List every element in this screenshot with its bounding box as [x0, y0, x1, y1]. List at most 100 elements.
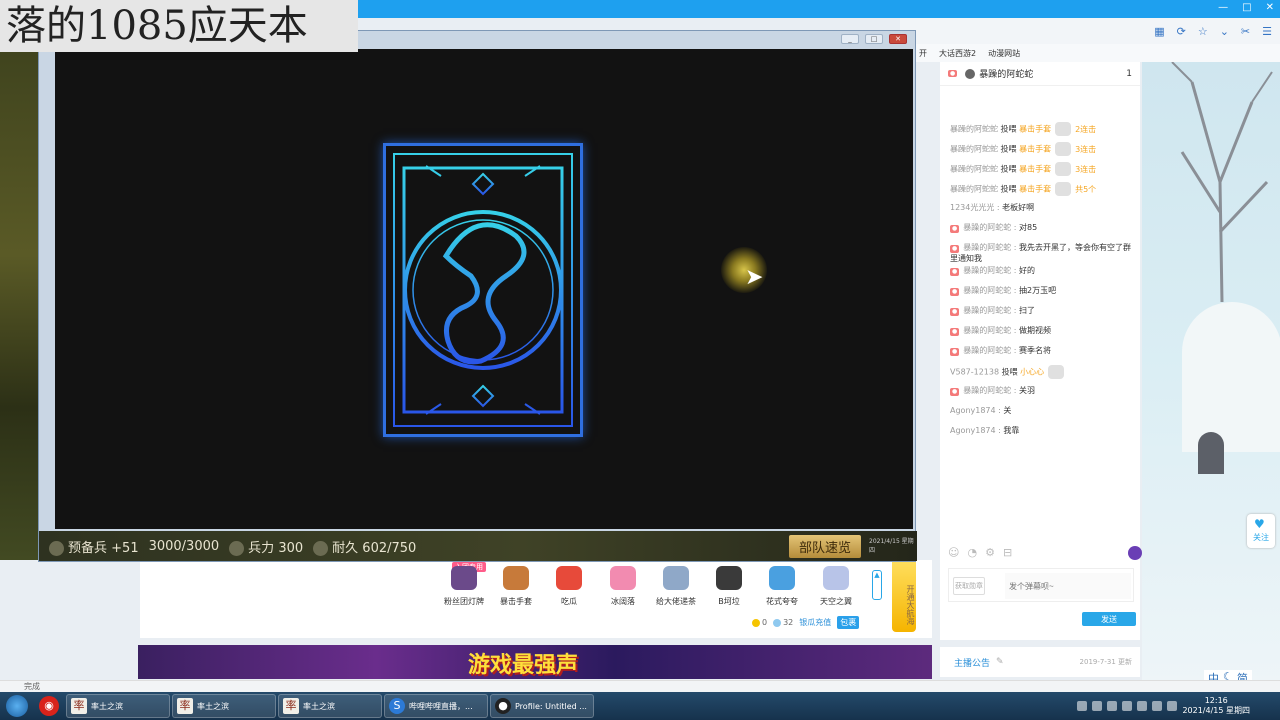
- chat-username[interactable]: 暴躁的阿蛇蛇: [963, 266, 1011, 275]
- tray-icon[interactable]: [1092, 701, 1103, 711]
- chevron-down-icon[interactable]: ⌄: [1220, 25, 1229, 38]
- maximize-icon[interactable]: □: [1242, 2, 1251, 13]
- chat-username[interactable]: 暴躁的阿蛇蛇: [963, 386, 1011, 395]
- chat-text: 关: [1003, 405, 1012, 415]
- browser-titlebar: — □ ✕: [358, 0, 1280, 18]
- edit-icon[interactable]: ✎: [996, 657, 1004, 667]
- minimize-button[interactable]: _: [841, 34, 859, 44]
- avatar[interactable]: [965, 68, 976, 79]
- volume-icon[interactable]: [1167, 701, 1178, 711]
- gift-item[interactable]: 天空之翼: [808, 566, 864, 607]
- star-icon[interactable]: ☆: [1198, 25, 1208, 38]
- top-contributor-name[interactable]: 暴躁的阿蛇蛇: [979, 67, 1033, 80]
- tray-icon[interactable]: [1077, 701, 1088, 711]
- maximize-button[interactable]: □: [865, 34, 883, 44]
- chat-username[interactable]: 暴躁的阿蛇蛇: [963, 306, 1011, 315]
- system-tray: 12:16 2021/4/15 星期四: [1077, 696, 1280, 716]
- chat-username[interactable]: 暴躁的阿蛇蛇: [950, 185, 998, 194]
- gift-icon: [1048, 364, 1065, 379]
- chat-username[interactable]: 暴躁的阿蛇蛇: [963, 243, 1011, 252]
- start-button[interactable]: [0, 692, 34, 720]
- minimize-icon[interactable]: —: [1218, 2, 1228, 13]
- announcement-date: 2019-7-31 更新: [1079, 658, 1132, 666]
- gift-icon: [556, 566, 582, 590]
- close-button[interactable]: ✕: [889, 34, 907, 44]
- scissors-icon[interactable]: ✂: [1241, 25, 1250, 38]
- chat-username[interactable]: 暴躁的阿蛇蛇: [963, 346, 1011, 355]
- bookmarks-bar: 开 大话西游2 动漫网站: [915, 44, 1280, 62]
- medal-button[interactable]: 获取勋章: [953, 577, 985, 595]
- gift-label: 粉丝团灯牌: [444, 597, 484, 606]
- recharge-link[interactable]: 银瓜充值: [799, 617, 831, 628]
- gift-item[interactable]: 花式夸夸: [754, 566, 810, 607]
- grid-icon[interactable]: ▦: [1154, 25, 1164, 38]
- gift-item[interactable]: 粉丝团灯牌: [436, 566, 492, 607]
- chat-username[interactable]: 暴躁的阿蛇蛇: [963, 326, 1011, 335]
- tray-icon[interactable]: [1122, 701, 1133, 711]
- durability-value: 602/750: [362, 540, 417, 556]
- chat-username[interactable]: 暴躁的阿蛇蛇: [950, 145, 998, 154]
- chat-username[interactable]: 暴躁的阿蛇蛇: [950, 165, 998, 174]
- clock[interactable]: 12:16 2021/4/15 星期四: [1182, 696, 1250, 716]
- chat-action: 投喂: [1000, 164, 1017, 174]
- emoji-icon[interactable]: ☺: [948, 546, 959, 559]
- game-window[interactable]: _ □ ✕ ➤ 预备兵 +51 3000/3000 兵力 300 耐久 602/…: [38, 30, 917, 562]
- chat-username[interactable]: 暴躁的阿蛇蛇: [950, 125, 998, 134]
- gift-item[interactable]: 暴击手套: [488, 566, 544, 607]
- taskbar-item[interactable]: 率率土之滨: [278, 694, 382, 718]
- menu-icon[interactable]: ☰: [1262, 25, 1272, 38]
- announcement-label[interactable]: 主播公告: [954, 656, 990, 669]
- taskbar-item[interactable]: ● Profile: Untitled ...: [490, 694, 594, 718]
- pinned-app[interactable]: ◉: [34, 694, 64, 718]
- settings-icon[interactable]: ⚙: [985, 546, 995, 559]
- netease-music-icon: ◉: [39, 696, 59, 716]
- bookmark-item[interactable]: 大话西游2: [939, 48, 976, 59]
- gift-item[interactable]: 给大佬递茶: [648, 566, 704, 607]
- chat-username[interactable]: V587-12138: [950, 367, 999, 376]
- chat-username[interactable]: 暴躁的阿蛇蛇: [963, 286, 1011, 295]
- chat-gift-name: 小心心: [1020, 367, 1045, 377]
- send-button[interactable]: 发送: [1082, 612, 1136, 626]
- package-button[interactable]: 包裹: [837, 616, 860, 629]
- taskbar-item[interactable]: 率率土之滨: [66, 694, 170, 718]
- taskbar-item[interactable]: S 哔哩哔哩直播，...: [384, 694, 488, 718]
- chat-text: 我靠: [1003, 425, 1020, 435]
- gift-icon: [716, 566, 742, 590]
- ad-banner[interactable]: 游戏最强声: [138, 645, 932, 679]
- network-icon[interactable]: [1152, 701, 1163, 711]
- gift-scroll-button[interactable]: ▲: [872, 570, 882, 600]
- bookmark-item[interactable]: 动漫网站: [988, 48, 1020, 59]
- taskbar-item-label: 率土之滨: [197, 701, 229, 711]
- chat-text: 扫了: [1019, 305, 1036, 315]
- windows-icon: [6, 695, 28, 717]
- tray-icon[interactable]: [1137, 701, 1148, 711]
- gift-item[interactable]: 冰阔落: [595, 566, 651, 607]
- tray-icon[interactable]: [1107, 701, 1118, 711]
- gift-item[interactable]: 吃瓜: [541, 566, 597, 607]
- danmaku-input[interactable]: [1005, 573, 1131, 599]
- chat-username[interactable]: 暴躁的阿蛇蛇: [963, 223, 1011, 232]
- gift-item[interactable]: B坷垃: [701, 566, 757, 607]
- troop-overview-button[interactable]: 部队速览: [788, 534, 861, 558]
- refresh-icon[interactable]: ⟳: [1177, 25, 1186, 38]
- chat-username[interactable]: Agony1874: [950, 426, 996, 435]
- filter-icon[interactable]: ⊟: [1003, 546, 1012, 559]
- bookmark-item[interactable]: 开: [919, 48, 927, 59]
- task-list: 率率土之滨率率土之滨率率土之滨 S 哔哩哔哩直播，... ● Profile: Unti…: [64, 694, 594, 718]
- close-icon[interactable]: ✕: [1266, 2, 1274, 13]
- dragon-card[interactable]: [383, 143, 583, 437]
- taskbar-item[interactable]: 率率土之滨: [172, 694, 276, 718]
- title-icon[interactable]: ◔: [967, 546, 977, 559]
- lottery-icon[interactable]: [1128, 546, 1142, 560]
- announcement-bar: 主播公告 ✎ 2019-7-31 更新: [940, 647, 1140, 677]
- chat-action: 投喂: [1000, 124, 1017, 134]
- guard-subscribe-button[interactable]: 开通大航海: [892, 558, 916, 632]
- fan-level-badge: ●: [948, 70, 958, 77]
- chat-message: ● 暴躁的阿蛇蛇 : 好的: [950, 265, 1036, 276]
- chat-username[interactable]: Agony1874: [950, 406, 996, 415]
- taskbar-item-label: 哔哩哔哩直播，...: [409, 701, 473, 711]
- gift-icon: [610, 566, 636, 590]
- game-canvas[interactable]: ➤: [55, 49, 913, 529]
- gift-label: 天空之翼: [820, 597, 852, 606]
- chat-username[interactable]: 1234光光光: [950, 203, 994, 212]
